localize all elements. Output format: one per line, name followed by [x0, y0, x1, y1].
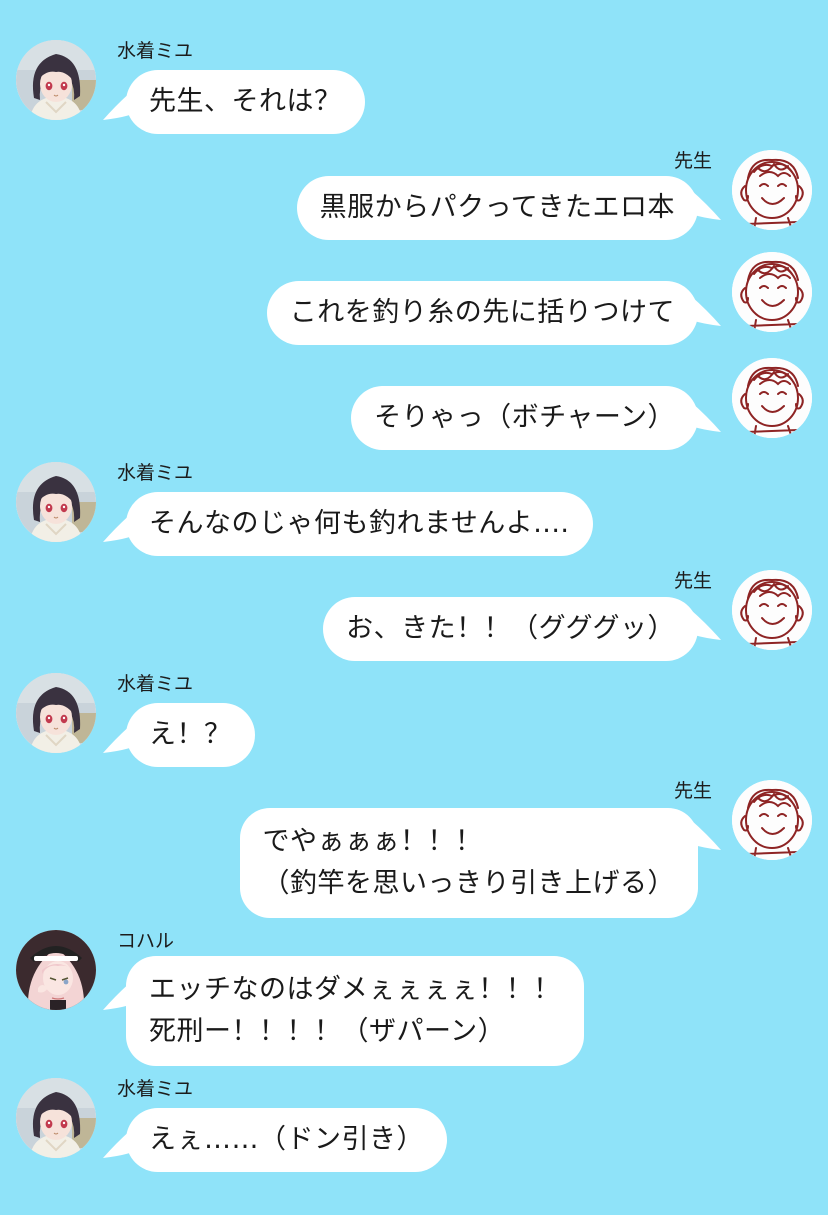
avatar-sensei[interactable] — [732, 780, 812, 860]
avatar-miyu[interactable] — [16, 673, 96, 753]
miyu-portrait-icon — [16, 462, 96, 542]
message-bubble[interactable]: そんなのじゃ何も釣れませんよ.... — [126, 492, 593, 556]
miyu-portrait-icon — [16, 1078, 96, 1158]
chat-log: 水着ミユ 先生、それは？ 先生 黒服からパクってきたエロ本 これを釣り糸の先に括… — [0, 0, 828, 1215]
sensei-doodle-icon — [732, 358, 812, 438]
message-bubble[interactable]: え！？ — [126, 703, 255, 767]
message-bubble[interactable]: えぇ……（ドン引き） — [126, 1108, 447, 1172]
avatar-miyu[interactable] — [16, 40, 96, 120]
message-bubble[interactable]: エッチなのはダメぇぇぇぇ！！！ 死刑ー！！！！（ザパーン） — [126, 956, 584, 1066]
sender-name: 先生 — [673, 150, 712, 172]
avatar-koharu[interactable] — [16, 930, 96, 1010]
koharu-portrait-icon — [16, 930, 96, 1010]
message-bubble[interactable]: 先生、それは？ — [126, 70, 365, 134]
sender-name: 水着ミユ — [117, 673, 194, 695]
avatar-miyu[interactable] — [16, 1078, 96, 1158]
sensei-doodle-icon — [732, 150, 812, 230]
message-bubble[interactable]: そりゃっ（ボチャーン） — [351, 386, 698, 450]
sender-name: 水着ミユ — [117, 40, 194, 62]
sender-name: コハル — [117, 930, 175, 952]
message-bubble[interactable]: でやぁぁぁ！！！ （釣竿を思いっきり引き上げる） — [239, 808, 698, 918]
avatar-sensei[interactable] — [732, 252, 812, 332]
avatar-sensei[interactable] — [732, 570, 812, 650]
avatar-miyu[interactable] — [16, 462, 96, 542]
miyu-portrait-icon — [16, 40, 96, 120]
sender-name: 先生 — [673, 780, 712, 802]
sensei-doodle-icon — [732, 570, 812, 650]
sender-name: 水着ミユ — [117, 462, 194, 484]
sensei-doodle-icon — [732, 780, 812, 860]
message-bubble[interactable]: お、きた！！（グググッ） — [323, 597, 698, 661]
avatar-sensei[interactable] — [732, 150, 812, 230]
miyu-portrait-icon — [16, 673, 96, 753]
message-bubble[interactable]: これを釣り糸の先に括りつけて — [266, 281, 698, 345]
sensei-doodle-icon — [732, 252, 812, 332]
message-bubble[interactable]: 黒服からパクってきたエロ本 — [296, 176, 698, 240]
avatar-sensei[interactable] — [732, 358, 812, 438]
sender-name: 水着ミユ — [117, 1078, 194, 1100]
sender-name: 先生 — [673, 570, 712, 592]
